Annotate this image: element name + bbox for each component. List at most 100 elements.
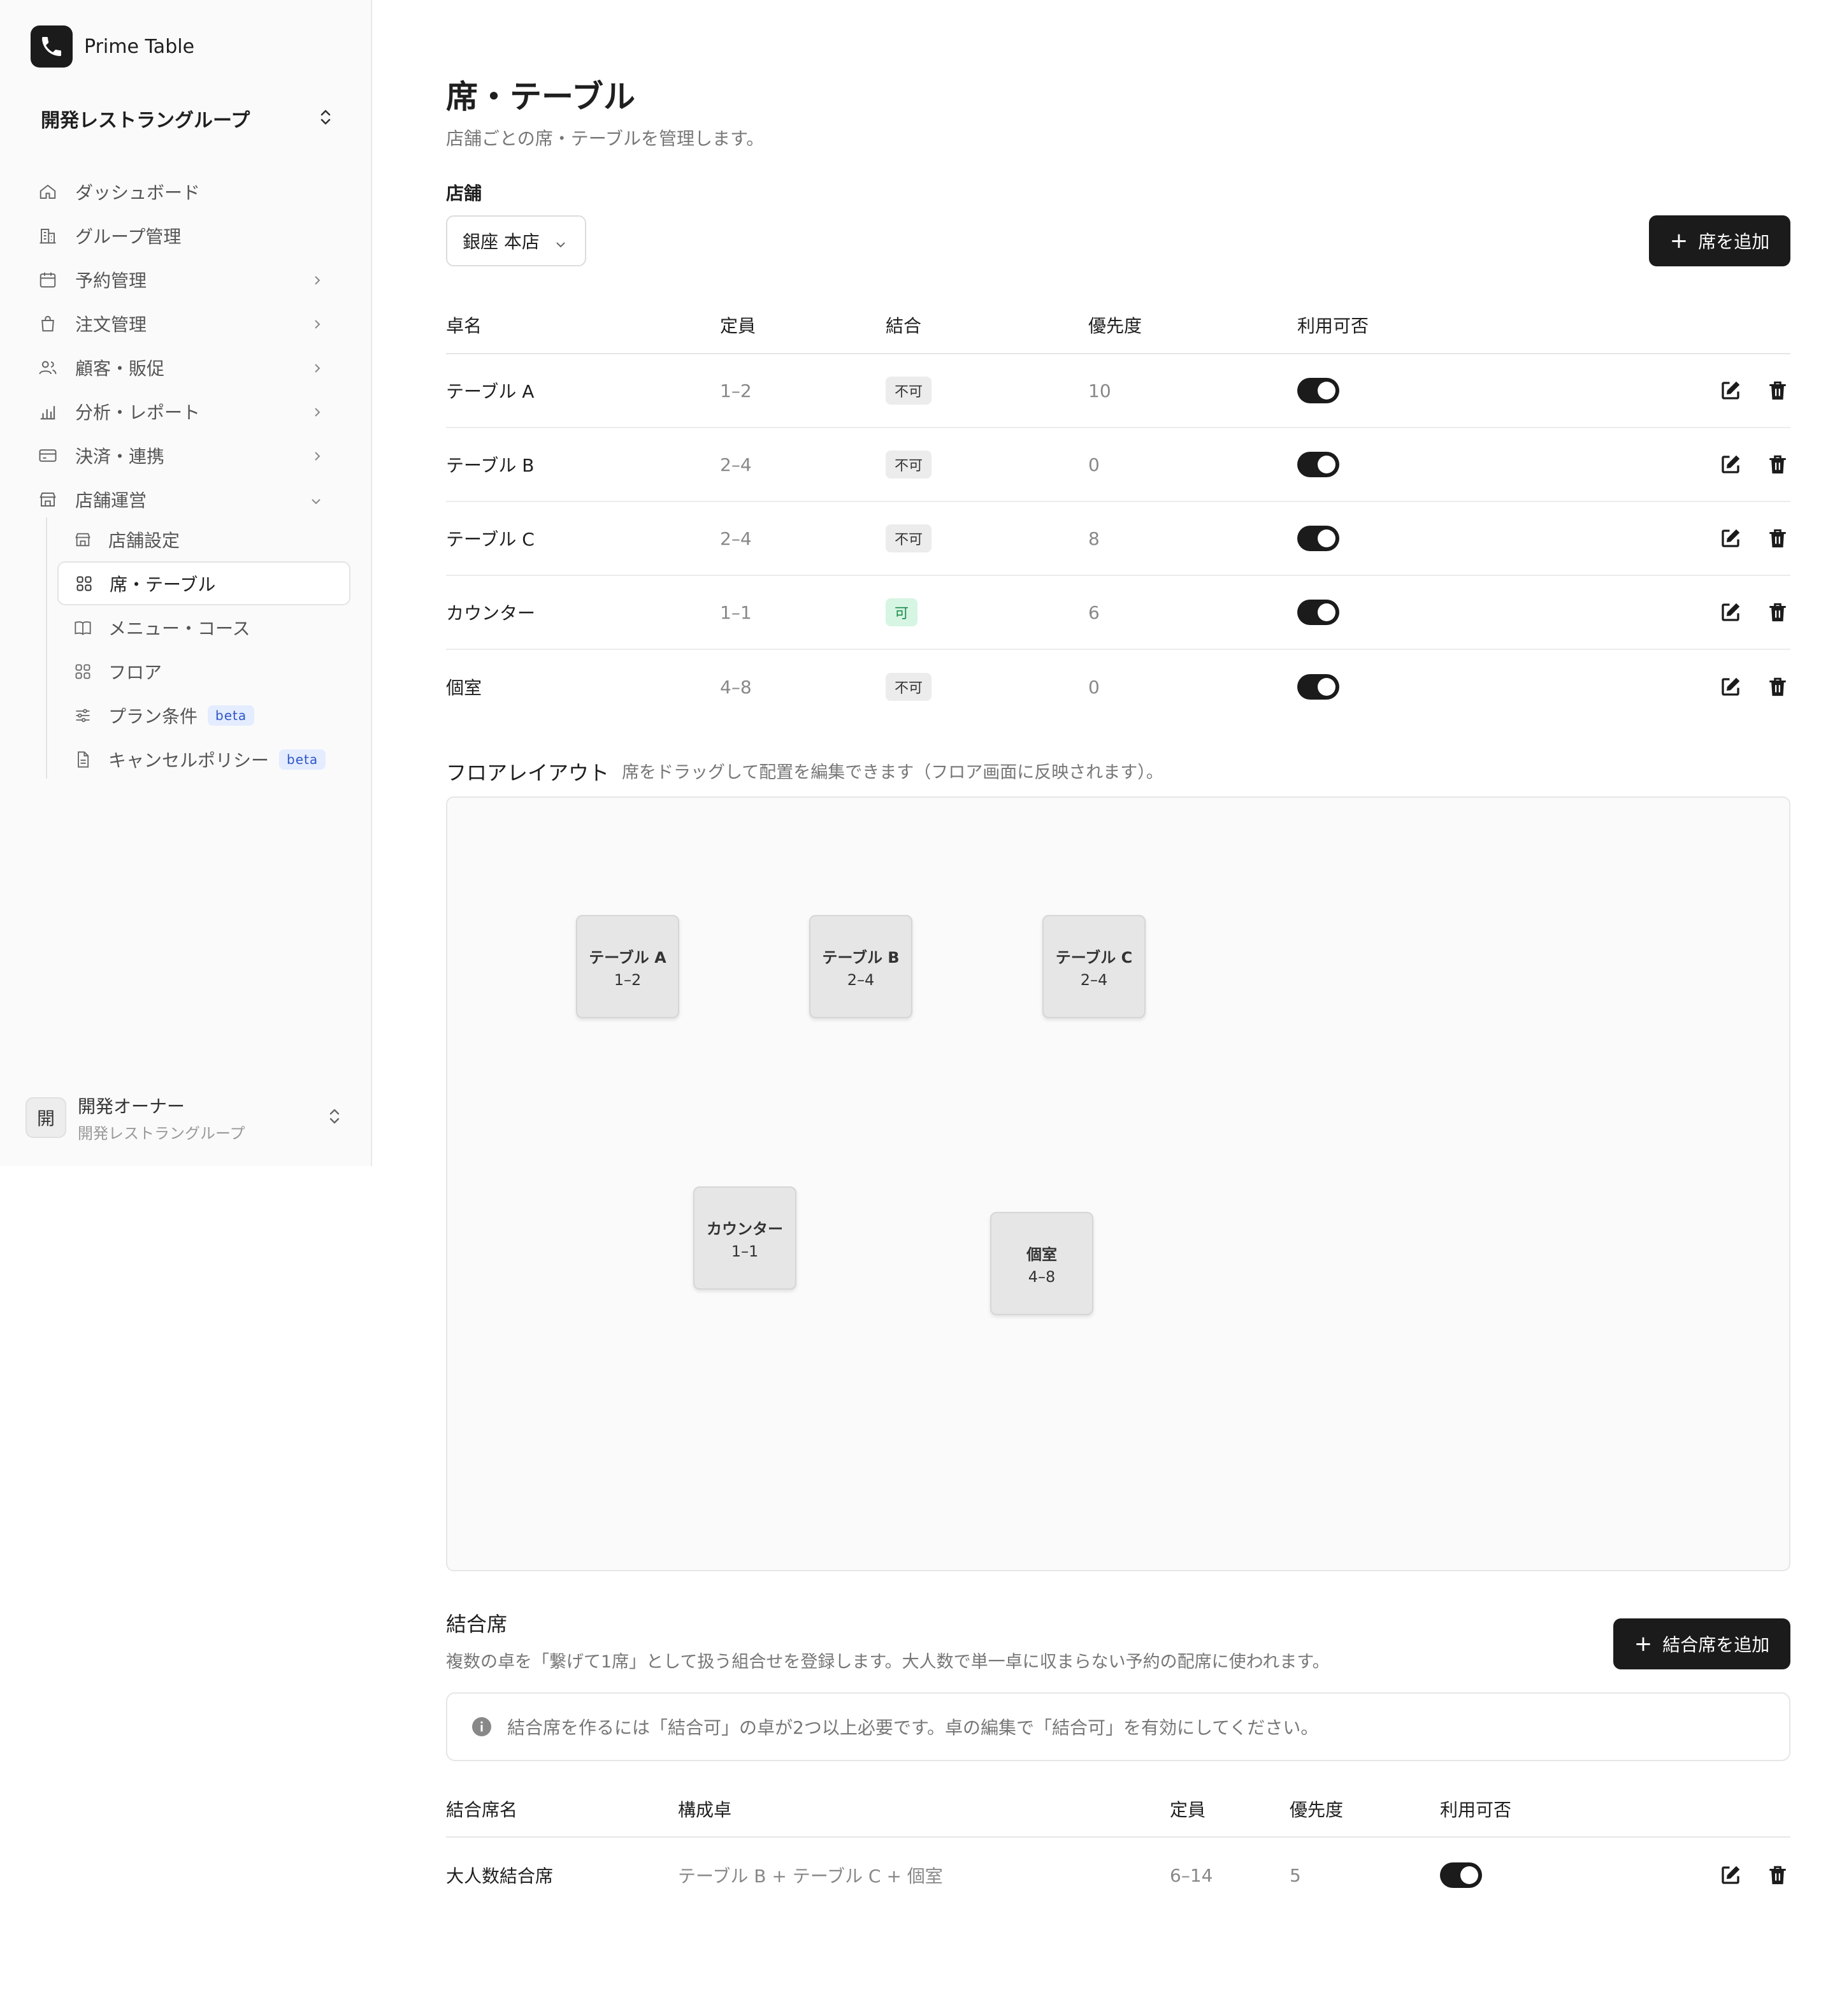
plus-icon: + [1634, 1631, 1653, 1657]
table-row: カウンター 1–1 可 6 [446, 576, 1790, 650]
edit-icon[interactable] [1718, 452, 1743, 477]
table-name: 個室 [446, 677, 482, 698]
table-name: カウンター [446, 603, 536, 624]
trash-icon[interactable] [1765, 674, 1790, 700]
floor-table-capacity: 1–2 [614, 970, 642, 989]
combined-members: テーブル B + テーブル C + 個室 [678, 1866, 943, 1887]
availability-toggle[interactable] [1440, 1862, 1482, 1888]
edit-icon[interactable] [1718, 526, 1743, 551]
page-title: 席・テーブル [446, 78, 635, 115]
availability-toggle[interactable] [1297, 452, 1339, 477]
chevron-updown-icon [326, 1106, 343, 1129]
info-icon [470, 1715, 493, 1738]
combined-title: 結合席 [446, 1612, 508, 1636]
trash-icon[interactable] [1765, 452, 1790, 477]
trash-icon[interactable] [1765, 378, 1790, 403]
edit-icon[interactable] [1718, 378, 1743, 403]
combined-table-header: 結合席名 構成卓 定員 優先度 利用可否 [446, 1782, 1790, 1838]
chart-icon [37, 401, 59, 422]
header-priority: 優先度 [1290, 1799, 1344, 1820]
floor-table[interactable]: テーブル A 1–2 [576, 915, 679, 1018]
availability-toggle[interactable] [1297, 378, 1339, 403]
combined-table: 結合席名 構成卓 定員 優先度 利用可否 大人数結合席 テーブル B + テーブ… [446, 1782, 1790, 1913]
add-combined-label: 結合席を追加 [1662, 1634, 1770, 1655]
user-menu[interactable]: 開 開発オーナー 開発レストラングループ [25, 1093, 350, 1142]
trash-icon[interactable] [1765, 526, 1790, 551]
combine-badge: 不可 [886, 450, 932, 479]
store-icon [37, 489, 59, 510]
table-priority: 0 [1088, 454, 1100, 475]
nav-item-group[interactable]: グループ管理 [36, 213, 349, 257]
floor-table-name: 個室 [1026, 1245, 1057, 1264]
table-name: テーブル A [446, 381, 535, 402]
brand-name: Prime Table [84, 35, 195, 58]
subnav-item-store-settings[interactable]: 店舗設定 [57, 517, 350, 561]
chevron-right-icon [311, 271, 324, 292]
nav-item-label: 予約管理 [75, 270, 147, 291]
floor-table-capacity: 2–4 [847, 970, 875, 989]
nav-item-payments[interactable]: 決済・連携 [36, 433, 349, 477]
subnav-item-seats-tables[interactable]: 席・テーブル [57, 561, 350, 605]
add-combined-button[interactable]: + 結合席を追加 [1613, 1618, 1790, 1669]
add-seat-label: 席を追加 [1698, 231, 1770, 252]
nav-item-analytics[interactable]: 分析・レポート [36, 389, 349, 433]
nav-item-dashboard[interactable]: ダッシュボード [36, 169, 349, 213]
store-label: 店舗 [446, 183, 482, 204]
chevron-right-icon [311, 403, 324, 424]
chevron-down-icon [308, 491, 324, 512]
edit-icon[interactable] [1718, 1862, 1743, 1888]
floor-table-capacity: 1–1 [731, 1242, 759, 1260]
floor-table[interactable]: テーブル B 2–4 [809, 915, 912, 1018]
nav-item-label: 注文管理 [75, 313, 147, 335]
subnav-item-plan-conditions[interactable]: プラン条件 beta [57, 693, 350, 737]
availability-toggle[interactable] [1297, 600, 1339, 625]
trash-icon[interactable] [1765, 1862, 1790, 1888]
floor-table-capacity: 4–8 [1028, 1267, 1056, 1286]
nav-item-label: 分析・レポート [75, 401, 201, 423]
trash-icon[interactable] [1765, 600, 1790, 625]
floor-table[interactable]: テーブル C 2–4 [1042, 915, 1146, 1018]
header-available: 利用可否 [1297, 315, 1369, 336]
subnav-item-floor[interactable]: フロア [57, 649, 350, 693]
table-row: 個室 4–8 不可 0 [446, 650, 1790, 724]
combined-priority: 5 [1290, 1864, 1301, 1886]
combined-info-box: 結合席を作るには「結合可」の卓が2つ以上必要です。卓の編集で「結合可」を有効にし… [446, 1692, 1790, 1761]
edit-icon[interactable] [1718, 600, 1743, 625]
header-capacity: 定員 [720, 315, 756, 336]
nav-item-label: 顧客・販促 [75, 357, 165, 379]
bag-icon [37, 313, 59, 335]
chevron-right-icon [311, 315, 324, 336]
nav-item-label: ダッシュボード [75, 182, 201, 203]
floor-table[interactable]: カウンター 1–1 [693, 1186, 796, 1290]
store-select[interactable]: 銀座 本店 [446, 215, 586, 266]
floor-table-name: カウンター [707, 1220, 783, 1238]
floor-canvas[interactable]: テーブル A 1–2 テーブル B 2–4 テーブル C 2–4 カウンター 1… [446, 796, 1790, 1571]
nav-item-store-ops[interactable]: 店舗運営 [36, 477, 349, 521]
floor-table-name: テーブル B [822, 948, 900, 967]
subnav-item-label: プラン条件 [108, 705, 198, 727]
header-available: 利用可否 [1440, 1799, 1512, 1820]
nav-item-orders[interactable]: 注文管理 [36, 301, 349, 345]
header-combine: 結合 [886, 315, 922, 336]
nav-item-label: 決済・連携 [75, 445, 165, 467]
document-icon [73, 749, 93, 770]
nav-item-customers[interactable]: 顧客・販促 [36, 345, 349, 389]
floor-table[interactable]: 個室 4–8 [990, 1212, 1093, 1315]
nav-item-reservations[interactable]: 予約管理 [36, 257, 349, 301]
page-subtitle: 店舗ごとの席・テーブルを管理します。 [446, 128, 765, 149]
brand[interactable]: Prime Table [31, 25, 194, 68]
table-capacity: 4–8 [720, 676, 752, 698]
edit-icon[interactable] [1718, 674, 1743, 700]
add-seat-button[interactable]: + 席を追加 [1649, 215, 1790, 266]
tables-table: 卓名 定員 結合 優先度 利用可否 テーブル A 1–2 不可 10 テーブル B 2–4… [446, 297, 1790, 724]
floor-table-name: テーブル A [589, 948, 666, 967]
users-icon [37, 357, 59, 378]
book-icon [73, 617, 93, 638]
availability-toggle[interactable] [1297, 674, 1339, 700]
org-switcher[interactable]: 開発レストラングループ [41, 102, 334, 135]
availability-toggle[interactable] [1297, 526, 1339, 551]
subnav-item-menu-course[interactable]: メニュー・コース [57, 605, 350, 649]
table-capacity: 2–4 [720, 454, 752, 475]
subnav-item-cancel-policy[interactable]: キャンセルポリシー beta [57, 737, 350, 781]
combine-badge: 可 [886, 598, 918, 626]
